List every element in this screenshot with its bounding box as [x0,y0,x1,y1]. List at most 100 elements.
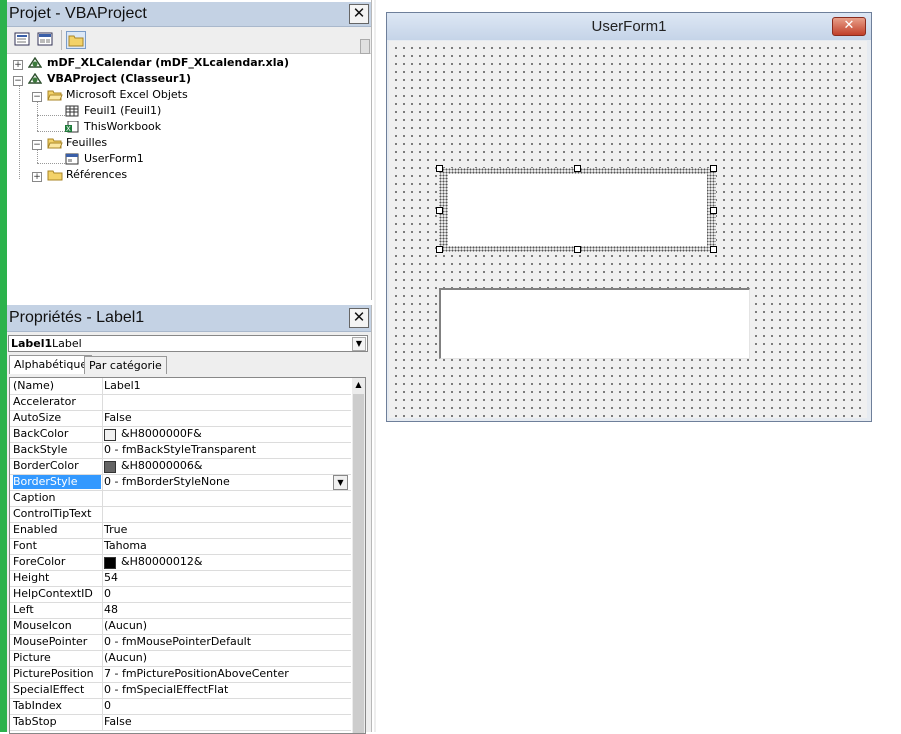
column-divider [102,698,103,714]
tree-item-vbaproject[interactable]: VBAProject (Classeur1) [47,71,191,87]
property-row[interactable]: Height 54 [10,570,351,587]
property-value[interactable]: 0 - fmSpecialEffectFlat [104,683,228,697]
textbox-control[interactable] [439,288,750,359]
chevron-down-icon[interactable]: ▼ [352,337,366,351]
tree-item-userform1[interactable]: UserForm1 [84,151,144,167]
column-divider [102,634,103,650]
property-row[interactable]: PicturePosition 7 - fmPicturePositionAbov… [10,666,351,683]
property-row[interactable]: HelpContextID 0 [10,586,351,603]
tree-connector [37,101,38,131]
property-row[interactable]: Font Tahoma [10,538,351,555]
userform-close-button[interactable]: ✕ [832,17,866,36]
property-row[interactable]: Accelerator [10,394,351,411]
property-name: ForeColor [13,555,66,568]
toolbar-overflow-icon[interactable] [360,39,370,54]
resize-handle[interactable] [436,165,443,172]
property-row[interactable]: Left 48 [10,602,351,619]
tree-item-feuilles[interactable]: Feuilles [66,135,107,151]
property-row[interactable]: ForeColor &H80000012& [10,554,351,571]
property-value[interactable]: (Aucun) [104,619,147,633]
tree-connector [37,163,65,164]
workbook-icon: X [65,120,79,133]
property-name: Picture [13,651,51,664]
property-row[interactable]: TabIndex 0 [10,698,351,715]
tree-item-feuil1[interactable]: Feuil1 (Feuil1) [84,103,161,119]
column-divider [102,522,103,538]
resize-handle[interactable] [710,165,717,172]
collapse-toggle[interactable]: − [13,76,23,86]
vba-project-icon [27,72,43,85]
object-selector-name: Label1 [11,337,53,350]
userform-design-grid[interactable] [389,41,867,418]
property-value[interactable]: 0 [104,699,111,713]
scroll-up-icon[interactable]: ▲ [352,378,365,391]
properties-panel-titlebar: Propriétés - Label1 ✕ [7,305,371,332]
property-value[interactable]: True [104,523,127,537]
tab-par-categorie[interactable]: Par catégorie [84,356,167,374]
tree-item-mdf-xlcalendar[interactable]: mDF_XLCalendar (mDF_XLcalendar.xla) [47,55,289,71]
property-row[interactable]: MouseIcon (Aucun) [10,618,351,635]
chevron-down-icon[interactable]: ▼ [333,475,348,490]
resize-handle[interactable] [574,165,581,172]
resize-handle[interactable] [710,246,717,253]
property-value[interactable]: &H80000012& [121,555,202,569]
color-swatch [104,429,116,441]
expand-toggle[interactable]: + [13,60,23,70]
tree-item-references[interactable]: Références [66,167,127,183]
property-row[interactable]: Enabled True [10,522,351,539]
object-selector-type: Label [52,337,82,350]
property-value[interactable]: 0 - fmMousePointerDefault [104,635,251,649]
resize-handle[interactable] [436,207,443,214]
property-name: BorderStyle [13,475,101,489]
property-value[interactable]: 0 - fmBackStyleTransparent [104,443,256,457]
property-value[interactable]: &H8000000F& [121,427,202,441]
property-value[interactable]: Label1 [104,379,141,393]
view-object-icon[interactable] [36,31,54,47]
property-name: Height [13,571,50,584]
resize-handle[interactable] [574,246,581,253]
label1-control[interactable] [448,174,707,246]
view-code-icon[interactable] [13,31,31,47]
property-value[interactable]: 7 - fmPicturePositionAboveCenter [104,667,289,681]
property-value[interactable]: 48 [104,603,118,617]
resize-handle[interactable] [710,207,717,214]
property-row[interactable]: MousePointer 0 - fmMousePointerDefault [10,634,351,651]
property-row[interactable]: TabStop False [10,714,351,731]
property-row[interactable]: (Name) Label1 [10,378,351,395]
properties-panel-close-button[interactable]: ✕ [349,308,369,328]
property-grid-scrollbar[interactable]: ▲ [352,378,365,733]
tree-item-excel-objects[interactable]: Microsoft Excel Objets [66,87,188,103]
property-row[interactable]: BorderStyle 0 - fmBorderStyleNone ▼ [10,474,351,491]
property-row[interactable]: AutoSize False [10,410,351,427]
property-value[interactable]: False [104,411,132,425]
collapse-toggle[interactable]: − [32,92,42,102]
property-name: TabStop [13,715,57,728]
property-value[interactable]: False [104,715,132,729]
property-value[interactable]: 54 [104,571,118,585]
tab-alphabetique[interactable]: Alphabétique [9,355,93,374]
property-row[interactable]: BackColor &H8000000F& [10,426,351,443]
project-explorer-panel: Projet - VBAProject ✕ + mDF_XLCalendar (… [7,0,372,300]
property-row[interactable]: BackStyle 0 - fmBackStyleTransparent [10,442,351,459]
property-row[interactable]: SpecialEffect 0 - fmSpecialEffectFlat [10,682,351,699]
property-name: HelpContextID [13,587,93,600]
property-row[interactable]: Picture (Aucun) [10,650,351,667]
project-panel-close-button[interactable]: ✕ [349,4,369,24]
property-value[interactable]: 0 - fmBorderStyleNone [104,475,230,489]
collapse-toggle[interactable]: − [32,140,42,150]
property-value[interactable]: (Aucun) [104,651,147,665]
label1-selection-frame[interactable] [436,165,717,253]
svg-text:X: X [66,125,71,133]
scrollbar-thumb[interactable] [353,394,364,733]
property-row[interactable]: ControlTipText [10,506,351,523]
expand-toggle[interactable]: + [32,172,42,182]
toggle-folders-icon[interactable] [66,31,86,49]
property-value[interactable]: &H80000006& [121,459,202,473]
property-row[interactable]: Caption [10,490,351,507]
property-value[interactable]: Tahoma [104,539,147,553]
property-value[interactable]: 0 [104,587,111,601]
resize-handle[interactable] [436,246,443,253]
property-row[interactable]: BorderColor &H80000006& [10,458,351,475]
object-selector[interactable]: Label1 Label ▼ [8,335,368,352]
tree-item-thisworkbook[interactable]: ThisWorkbook [84,119,161,135]
